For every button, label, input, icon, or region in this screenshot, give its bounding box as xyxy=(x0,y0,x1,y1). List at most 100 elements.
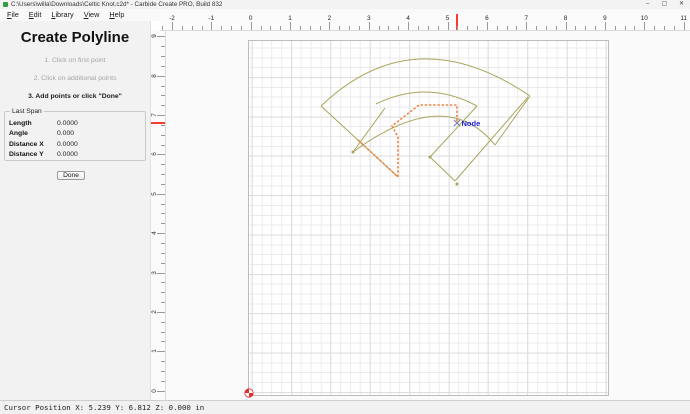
v-ruler-tick xyxy=(161,262,165,264)
v-ruler-tick xyxy=(157,36,165,38)
distance-x-row: Distance X 0.0000 xyxy=(9,139,141,150)
h-ruler-tick xyxy=(634,26,636,30)
h-ruler-tick xyxy=(201,26,203,30)
h-ruler-tick xyxy=(614,26,616,30)
v-ruler-tick xyxy=(161,65,165,67)
vector-endpoint-dot[interactable] xyxy=(428,155,432,159)
h-ruler-tick xyxy=(388,26,390,30)
length-label: Length xyxy=(9,119,32,127)
distance-x-value: 0.0000 xyxy=(57,140,78,148)
last-span-rows: Length 0.0000 Angle 0.000 Distance X 0.0… xyxy=(9,118,141,160)
vector-inner-right-radial[interactable] xyxy=(429,105,478,158)
vector-endpoint-dot[interactable] xyxy=(351,150,355,154)
v-ruler-tick xyxy=(161,302,165,304)
menu-view[interactable]: View xyxy=(79,9,105,21)
h-ruler-tick xyxy=(181,26,183,30)
v-ruler-tick xyxy=(161,341,165,343)
h-ruler-label: 2 xyxy=(327,15,332,22)
v-ruler-tick xyxy=(157,390,165,392)
vector-inner-left-radial[interactable] xyxy=(352,107,386,153)
done-button[interactable]: Done xyxy=(57,171,85,180)
h-ruler-tick xyxy=(162,26,164,30)
distance-y-value: 0.0000 xyxy=(57,151,78,159)
v-ruler-tick xyxy=(161,292,165,294)
vector-wedge-right[interactable] xyxy=(454,96,529,182)
h-ruler-tick xyxy=(654,26,656,30)
menu-edit[interactable]: Edit xyxy=(24,9,47,21)
h-ruler-label: -2 xyxy=(169,15,175,22)
h-ruler-tick xyxy=(398,26,400,30)
vector-wedge-left[interactable] xyxy=(429,156,456,182)
h-ruler-tick xyxy=(575,26,577,30)
angle-row: Angle 0.000 xyxy=(9,129,141,140)
h-ruler-label: 0 xyxy=(248,15,253,22)
create-polyline-panel: Create Polyline 1. Click on first point … xyxy=(0,21,151,400)
h-ruler-tick xyxy=(231,26,233,30)
v-ruler-tick xyxy=(157,75,165,77)
length-value: 0.0000 xyxy=(57,119,78,127)
step-1: 1. Click on first point xyxy=(44,57,106,64)
step-3: 3. Add points or click "Done" xyxy=(28,93,122,100)
h-ruler-tick xyxy=(319,26,321,30)
vector-endpoint-dot[interactable] xyxy=(455,182,459,186)
h-ruler-tick xyxy=(673,26,675,30)
menu-library[interactable]: Library xyxy=(46,9,78,21)
v-ruler-tick xyxy=(161,282,165,284)
distance-x-label: Distance X xyxy=(9,140,44,148)
v-ruler-tick xyxy=(161,164,165,166)
h-ruler-tick xyxy=(624,26,626,30)
h-ruler-tick xyxy=(211,22,213,30)
vertical-ruler: 9876543210 xyxy=(151,31,166,400)
maximize-button[interactable]: ▢ xyxy=(656,0,673,9)
v-ruler-tick xyxy=(161,144,165,146)
h-ruler-label: 5 xyxy=(445,15,450,22)
h-ruler-tick xyxy=(309,26,311,30)
h-ruler-tick xyxy=(329,22,331,30)
angle-value: 0.000 xyxy=(57,130,75,138)
v-ruler-tick xyxy=(161,213,165,215)
v-ruler-tick xyxy=(157,351,165,353)
v-ruler-tick xyxy=(157,233,165,235)
menu-file[interactable]: File xyxy=(2,9,24,21)
status-bar: Cursor Position X: 5.239 Y: 6.812 Z: 0.0… xyxy=(0,400,690,414)
h-ruler-tick xyxy=(240,26,242,30)
vector-outer-arc[interactable] xyxy=(320,58,531,107)
h-ruler-tick xyxy=(378,26,380,30)
h-ruler-tick xyxy=(260,26,262,30)
h-ruler-tick xyxy=(171,22,173,30)
title-bar[interactable]: C:\Users\willa\Downloads\Celtic Knot.c2d… xyxy=(0,0,690,9)
origin-marker-icon xyxy=(244,388,254,398)
h-ruler-label: -1 xyxy=(208,15,215,22)
h-ruler-tick xyxy=(368,22,370,30)
h-ruler-tick xyxy=(604,22,606,30)
close-button[interactable]: ✕ xyxy=(673,0,690,9)
window-controls: – ▢ ✕ xyxy=(639,0,690,9)
h-ruler-label: 1 xyxy=(288,15,292,22)
h-ruler-tick xyxy=(339,26,341,30)
minimize-button[interactable]: – xyxy=(639,0,656,9)
h-ruler-tick xyxy=(506,26,508,30)
h-ruler-tick xyxy=(555,26,557,30)
h-ruler-tick xyxy=(349,26,351,30)
v-ruler-tick xyxy=(161,331,165,333)
v-ruler-tick xyxy=(161,203,165,205)
v-ruler-tick xyxy=(161,380,165,382)
h-ruler-tick xyxy=(644,22,646,30)
v-ruler-tick xyxy=(161,105,165,107)
drawing-viewport[interactable]: Node xyxy=(166,31,690,400)
vector-inner-arc[interactable] xyxy=(375,91,478,107)
vector-right-radial[interactable] xyxy=(494,95,531,146)
menu-help[interactable]: Help xyxy=(104,9,129,21)
h-ruler-tick xyxy=(280,26,282,30)
page-title: Create Polyline xyxy=(20,29,130,46)
h-ruler-tick xyxy=(585,26,587,30)
h-ruler-label: 9 xyxy=(603,15,607,22)
last-span-title: Last Span xyxy=(10,108,44,115)
h-ruler-label: 3 xyxy=(366,15,371,22)
vector-layer: Node xyxy=(244,58,531,398)
v-ruler-tick xyxy=(161,56,165,58)
h-ruler-tick xyxy=(496,26,498,30)
v-ruler-tick xyxy=(157,115,165,117)
v-ruler-tick xyxy=(157,272,165,274)
cursor-position-readout: Cursor Position X: 5.239 Y: 6.812 Z: 0.0… xyxy=(4,403,205,412)
